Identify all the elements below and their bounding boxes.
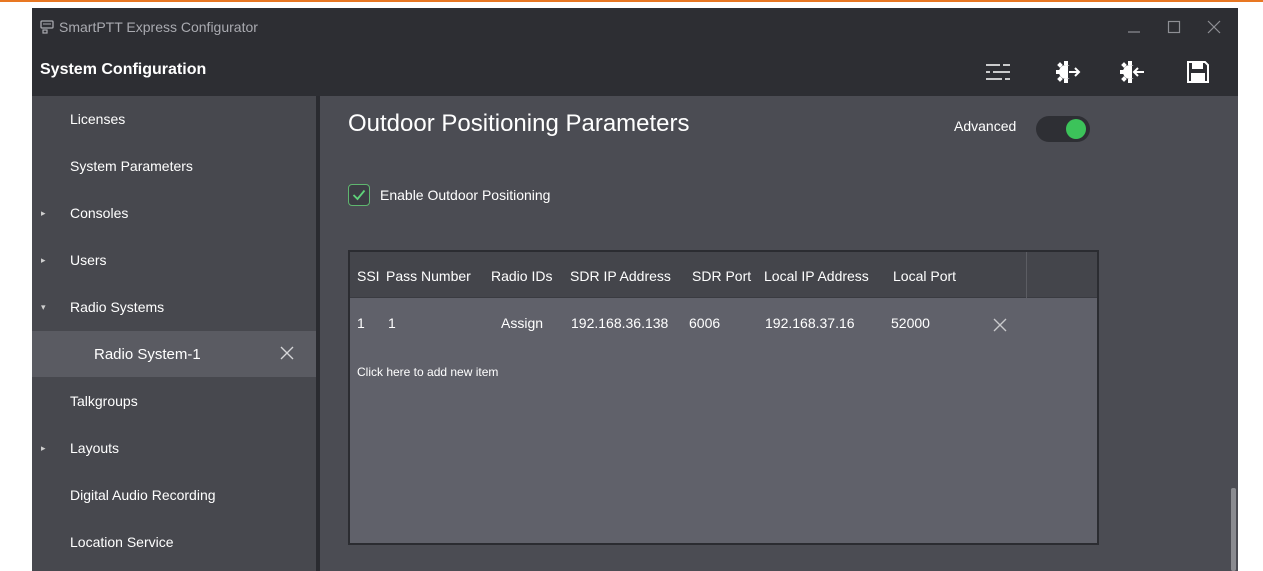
sidebar-item-label: Layouts [70,440,120,456]
sidebar-item-label: System Parameters [70,158,193,174]
app-window: SmartPTT Express Configurator System Con… [32,8,1238,571]
window-title: SmartPTT Express Configurator [59,19,258,35]
maximize-button[interactable] [1154,8,1194,46]
window-controls [1114,8,1234,46]
delete-row-button[interactable] [993,318,1007,332]
app-logo-icon [40,20,54,34]
sidebar-item-users[interactable]: ▸ Users [32,237,316,283]
remove-radio-system-button[interactable] [280,346,294,360]
positioning-table: SSI Pass Number Radio IDs SDR IP Address… [348,250,1099,545]
toolbar: System Configuration [32,46,1238,96]
column-separator[interactable] [1026,252,1027,298]
close-icon [993,318,1007,332]
minimize-button[interactable] [1114,8,1154,46]
table-cell-sdr-port[interactable]: 6006 [689,315,720,331]
column-header-ssi[interactable]: SSI [357,268,380,284]
sidebar-item-layouts[interactable]: ▸ Layouts [32,425,316,471]
sidebar-item-label: Radio Systems [70,299,165,315]
sidebar-item-location-service[interactable]: Location Service [32,519,316,565]
sidebar-item-label: Licenses [70,111,126,127]
assign-radio-ids-link[interactable]: Assign [501,315,543,331]
chevron-right-icon[interactable]: ▸ [41,208,46,219]
table-cell-local-port[interactable]: 52000 [891,315,930,331]
sidebar-item-system-parameters[interactable]: System Parameters [32,143,316,189]
sidebar-item-label: Radio System-1 [94,345,201,363]
save-button[interactable] [1182,56,1214,88]
column-header-local-port[interactable]: Local Port [893,268,956,284]
section-title: Outdoor Positioning Parameters [348,110,690,137]
sidebar: Licenses System Parameters ▸ Consoles ▸ … [32,96,316,571]
close-window-button[interactable] [1194,8,1234,46]
title-bar: SmartPTT Express Configurator [32,8,1238,46]
column-header-local-ip-address[interactable]: Local IP Address [764,268,869,284]
page-title: System Configuration [40,61,207,78]
settings-button[interactable] [982,56,1014,88]
sidebar-item-label: Digital Audio Recording [70,487,216,503]
toggle-knob [1066,119,1086,139]
column-header-sdr-port[interactable]: SDR Port [692,268,751,284]
table-cell-local-ip-address[interactable]: 192.168.37.16 [765,315,855,331]
sidebar-item-label: Users [70,252,107,268]
sidebar-item-label: Consoles [70,205,129,221]
checkmark-icon [352,189,366,201]
advanced-label: Advanced [954,118,1017,134]
sidebar-item-digital-audio-recording[interactable]: Digital Audio Recording [32,472,316,518]
advanced-toggle[interactable] [1036,116,1090,142]
accent-line [0,0,1263,2]
sidebar-item-licenses[interactable]: Licenses [32,96,316,142]
sidebar-item-label: Talkgroups [70,393,138,409]
import-icon [1120,61,1145,83]
vertical-scrollbar[interactable] [1231,488,1236,571]
sidebar-item-radio-system-1[interactable]: Radio System-1 [32,331,316,377]
export-button[interactable] [1052,56,1084,88]
chevron-down-icon[interactable]: ▾ [41,302,46,313]
table-header: SSI Pass Number Radio IDs SDR IP Address… [350,252,1097,298]
enable-outdoor-positioning-checkbox[interactable] [348,184,370,206]
import-button[interactable] [1116,56,1148,88]
column-header-radio-ids[interactable]: Radio IDs [491,268,552,284]
table-cell-sdr-ip-address[interactable]: 192.168.36.138 [571,315,668,331]
add-new-item-link[interactable]: Click here to add new item [357,365,498,379]
chevron-right-icon[interactable]: ▸ [41,443,46,454]
column-header-sdr-ip-address[interactable]: SDR IP Address [570,268,671,284]
sidebar-item-talkgroups[interactable]: Talkgroups [32,378,316,424]
minimize-icon [1128,31,1140,33]
save-icon [1187,61,1209,83]
maximize-icon [1167,20,1181,34]
close-icon [1207,20,1221,34]
settings-sliders-icon [986,63,1010,81]
sidebar-item-label: Location Service [70,534,174,550]
table-cell-pass-number[interactable]: 1 [388,315,396,331]
chevron-right-icon[interactable]: ▸ [41,255,46,266]
sidebar-item-consoles[interactable]: ▸ Consoles [32,190,316,236]
table-cell-ssi[interactable]: 1 [357,315,365,331]
sidebar-item-radio-systems[interactable]: ▾ Radio Systems [32,284,316,330]
export-icon [1056,61,1081,83]
close-icon [280,346,294,360]
main-content: Outdoor Positioning Parameters Advanced … [320,96,1238,571]
enable-outdoor-positioning-label[interactable]: Enable Outdoor Positioning [380,187,550,203]
column-header-pass-number[interactable]: Pass Number [386,268,471,284]
